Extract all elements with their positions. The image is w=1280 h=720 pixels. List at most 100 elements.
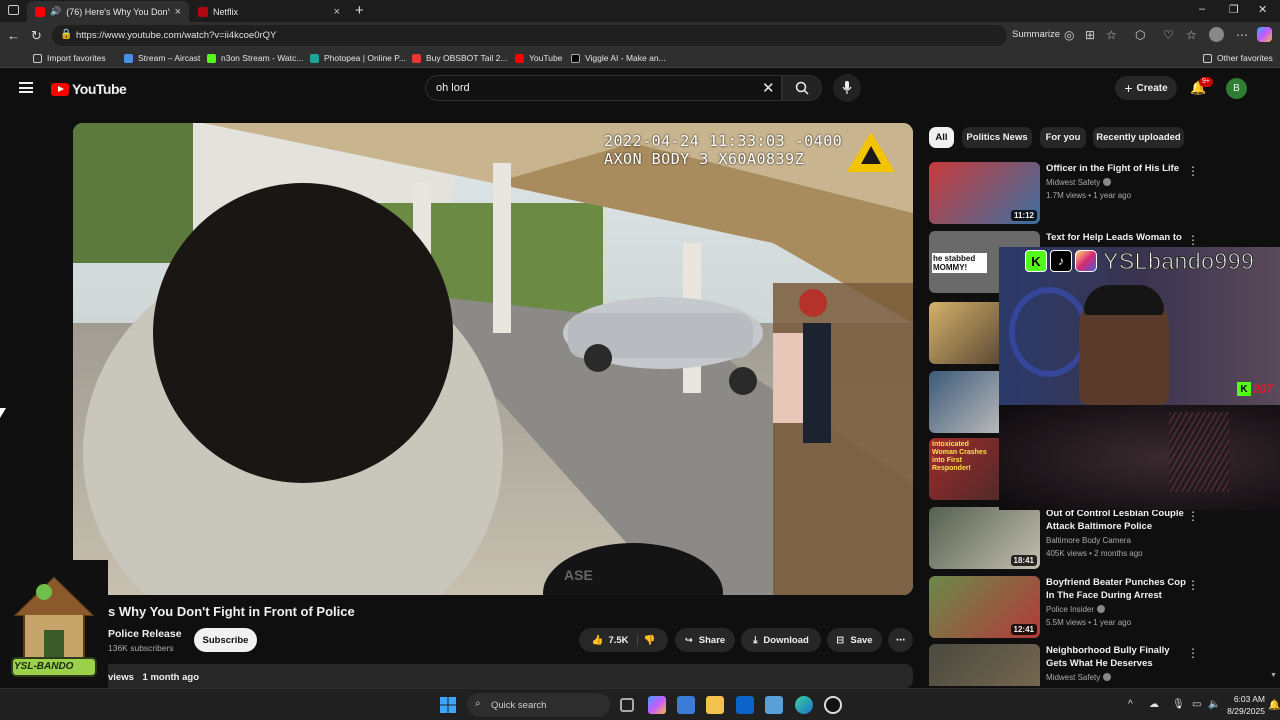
url-field[interactable]: 🔒 https://www.youtube.com/watch?v=ii4kco… — [52, 25, 1007, 46]
show-hidden-icons[interactable]: ^ — [1128, 699, 1133, 710]
bookmark-aircast[interactable]: Stream – Aircast — [124, 53, 200, 63]
instagram-icon — [1075, 250, 1097, 272]
copilot-icon[interactable] — [648, 696, 666, 714]
bookmark-obsbot[interactable]: Buy OBSBOT Tail 2... — [412, 53, 507, 63]
recommendation-item[interactable]: 11:12 Officer in the Fight of His Life M… — [929, 162, 1239, 224]
minimize-icon[interactable]: – — [1199, 3, 1205, 15]
tab-netflix[interactable]: Netflix × — [190, 1, 348, 22]
more-actions-button[interactable]: ⋯ — [888, 628, 913, 652]
bookmark-youtube[interactable]: YouTube — [515, 53, 562, 63]
close-window-icon[interactable]: ✕ — [1258, 3, 1267, 16]
other-favorites[interactable]: Other favorites — [1203, 53, 1273, 63]
search-input[interactable]: oh lord — [425, 75, 782, 101]
download-button[interactable]: ⤓ Download — [741, 628, 821, 652]
bookmark-label: Buy OBSBOT Tail 2... — [426, 53, 508, 63]
thumbnail-caption: Intoxicated Woman Crashes into First Res… — [932, 441, 987, 472]
back-icon[interactable]: ← — [7, 28, 20, 43]
new-tab-icon[interactable]: + — [355, 2, 364, 19]
bookmark-viggle[interactable]: Viggle AI - Make an... — [571, 53, 666, 63]
share-button[interactable]: ↪ Share — [675, 628, 735, 652]
bookmark-label: Import favorites — [47, 53, 106, 63]
duration-badge: 18:41 — [1010, 555, 1037, 566]
duration-badge: 12:41 — [1010, 624, 1037, 635]
edge-icon[interactable] — [795, 696, 813, 714]
speaker-icon[interactable]: 🔊 — [50, 6, 61, 17]
bookmark-import-favorites[interactable]: Import favorites — [33, 53, 106, 63]
maximize-icon[interactable]: ❐ — [1229, 3, 1239, 16]
address-bar-row: ← ↻ 🔒 https://www.youtube.com/watch?v=ii… — [0, 22, 1280, 49]
photopea-icon — [310, 53, 319, 63]
photos-icon[interactable] — [765, 696, 783, 714]
rec-more-icon[interactable]: ⋮ — [1187, 164, 1199, 178]
bookmarks-bar: Import favorites Stream – Aircast n3on S… — [0, 49, 1280, 68]
file-explorer-icon[interactable] — [706, 696, 724, 714]
like-button[interactable]: 👍 7.5K — [591, 634, 638, 646]
system-clock[interactable]: 6:03 AM 8/29/2025 — [1195, 693, 1265, 717]
thumbs-up-icon: 👍 — [591, 634, 604, 646]
create-button[interactable]: + Create — [1115, 76, 1177, 100]
account-avatar[interactable]: B — [1226, 78, 1247, 99]
search-button[interactable] — [782, 75, 822, 101]
aircast-icon — [124, 53, 133, 63]
import-icon — [33, 53, 42, 63]
rec-more-icon[interactable]: ⋮ — [1187, 509, 1199, 523]
profile-icon[interactable] — [1209, 27, 1224, 42]
menu-icon[interactable] — [19, 82, 33, 93]
microphone-icon[interactable]: 🎙 — [1172, 699, 1185, 710]
close-tab-icon[interactable]: × — [334, 6, 340, 18]
mouse-cursor — [0, 408, 6, 418]
obs-icon[interactable] — [824, 696, 842, 714]
kick-count: 207 — [1253, 382, 1274, 396]
bookmark-label: YouTube — [529, 53, 563, 63]
extensions-icon[interactable]: ⬡ — [1135, 28, 1145, 42]
browser-essentials-icon[interactable]: ♡ — [1163, 28, 1174, 42]
chip-all[interactable]: All — [929, 127, 954, 148]
favorites-icon[interactable]: ☆ — [1186, 28, 1197, 42]
voice-search-button[interactable] — [833, 74, 861, 102]
summarize-button[interactable]: Summarize — [1012, 29, 1060, 40]
outlook-icon[interactable] — [736, 696, 754, 714]
channel-name[interactable]: Police Release — [108, 628, 182, 640]
rec-more-icon[interactable]: ⋮ — [1187, 646, 1199, 660]
tab-actions-icon[interactable] — [8, 5, 19, 15]
recommendation-item[interactable]: 18:41 Out of Control Lesbian Couple Atta… — [929, 507, 1239, 569]
copilot-summary-icon[interactable]: ◎ — [1064, 28, 1074, 42]
clock-time: 6:03 AM — [1233, 694, 1265, 704]
subscribe-button[interactable]: Subscribe — [194, 628, 257, 652]
refresh-icon[interactable]: ↻ — [31, 28, 42, 44]
cloud-icon[interactable]: ☁ — [1149, 699, 1159, 710]
rec-title: Neighborhood Bully Finally Gets What He … — [1046, 645, 1170, 669]
taskbar-search[interactable]: ⌕ Quick search — [467, 693, 610, 717]
bookmark-n3on[interactable]: n3on Stream - Watc... — [207, 53, 303, 63]
thumbs-down-icon[interactable]: 👎 — [644, 635, 656, 646]
close-tab-icon[interactable]: × — [175, 6, 181, 18]
recommendation-item[interactable]: Neighborhood Bully Finally Gets What He … — [929, 644, 1239, 686]
clear-search-icon[interactable]: ✕ — [762, 79, 775, 97]
chip-for-you[interactable]: For you — [1040, 127, 1086, 148]
chip-politics-news[interactable]: Politics News — [962, 127, 1032, 148]
task-view-icon[interactable] — [620, 698, 634, 712]
rec-more-icon[interactable]: ⋮ — [1187, 233, 1199, 247]
copilot-icon[interactable] — [1257, 27, 1272, 42]
windows-start-icon[interactable] — [440, 697, 456, 713]
lock-icon: 🔒 — [60, 29, 73, 40]
video-thumbnail[interactable]: 11:12 — [929, 162, 1040, 224]
video-thumbnail[interactable] — [929, 644, 1040, 686]
video-thumbnail[interactable]: 18:41 — [929, 507, 1040, 569]
rec-more-icon[interactable]: ⋮ — [1187, 578, 1199, 592]
subscriber-count: 136K subscribers — [108, 643, 174, 653]
store-icon[interactable] — [677, 696, 695, 714]
recommendation-item[interactable]: 12:41 Boyfriend Beater Punches Cop In Th… — [929, 576, 1239, 638]
app-available-icon[interactable]: ⊞ — [1085, 28, 1095, 42]
scrollbar[interactable]: ▼ — [1270, 672, 1278, 680]
video-player[interactable]: 2022-04-24 11:33:03 -0400 AXON BODY 3 X6… — [73, 123, 913, 595]
bookmark-photopea[interactable]: Photopea | Online P... — [310, 53, 406, 63]
more-icon[interactable]: ⋯ — [1236, 28, 1248, 42]
notification-center-icon[interactable]: 🔔 — [1268, 700, 1280, 711]
save-button[interactable]: ⊟ Save — [827, 628, 882, 652]
chip-recently-uploaded[interactable]: Recently uploaded — [1093, 127, 1184, 148]
favorite-star-icon[interactable]: ☆ — [1106, 28, 1117, 42]
video-thumbnail[interactable]: 12:41 — [929, 576, 1040, 638]
tab-youtube[interactable]: 🔊 (76) Here's Why You Don't F × — [27, 1, 189, 22]
youtube-logo[interactable]: YouTube — [51, 81, 127, 97]
